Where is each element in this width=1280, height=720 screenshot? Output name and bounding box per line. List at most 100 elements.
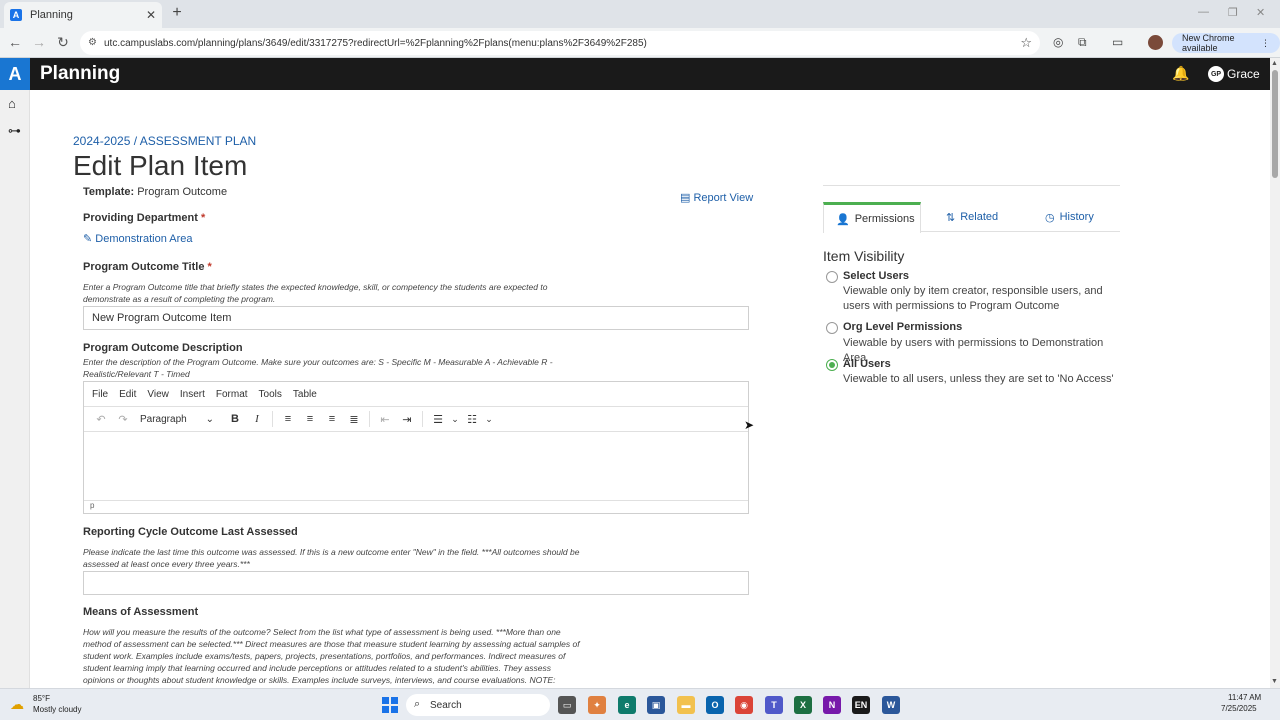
weather-cloud-icon[interactable]: ☁: [10, 696, 24, 713]
align-justify-icon[interactable]: ≣: [343, 413, 365, 426]
block-format-select[interactable]: Paragraph ⌄: [134, 414, 218, 425]
clock-icon: ◷: [1045, 211, 1055, 224]
italic-icon[interactable]: I: [246, 413, 268, 425]
browser-tabbar: A Planning ✕ + — ❐ ✕: [0, 0, 1280, 28]
edge-icon[interactable]: e: [618, 696, 636, 714]
radio-select-users[interactable]: [826, 271, 838, 283]
browser-tab[interactable]: A Planning ✕: [4, 2, 162, 28]
sidepanel-icon[interactable]: ▭: [1112, 35, 1123, 49]
user-name[interactable]: Grace: [1227, 67, 1260, 81]
option-select-users-title[interactable]: Select Users: [843, 270, 909, 282]
address-bar[interactable]: ⚙ utc.campuslabs.com/planning/plans/3649…: [80, 31, 1040, 55]
radio-org-level[interactable]: [826, 322, 838, 334]
clock-date[interactable]: 7/25/2025: [1221, 704, 1257, 713]
file-explorer-icon[interactable]: ▬: [677, 696, 695, 714]
excel-icon[interactable]: X: [794, 696, 812, 714]
word-icon[interactable]: W: [882, 696, 900, 714]
close-window-icon[interactable]: ✕: [1256, 6, 1265, 19]
windows-taskbar: ☁ 85°F Mostly cloudy ⌕ Search ▭ ✦ e ▣ ▬ …: [0, 688, 1280, 720]
edit-icon: ✎: [83, 233, 93, 245]
app-logo[interactable]: A: [0, 58, 30, 90]
clock-time[interactable]: 11:47 AM: [1228, 693, 1261, 702]
scroll-up-icon[interactable]: ▲: [1271, 60, 1278, 67]
onenote-icon[interactable]: N: [823, 696, 841, 714]
bullet-list-icon[interactable]: ☰: [427, 413, 449, 426]
report-view-link[interactable]: ▤ Report View: [680, 191, 753, 204]
reporting-cycle-input[interactable]: [83, 571, 749, 595]
lens-icon[interactable]: ◎: [1053, 35, 1063, 49]
outcome-title-input[interactable]: New Program Outcome Item: [83, 306, 749, 330]
numbered-list-chevron-icon[interactable]: ⌄: [483, 414, 495, 425]
undo-icon[interactable]: ↶: [90, 413, 112, 426]
align-center-icon[interactable]: ≡: [299, 413, 321, 425]
option-org-level-title[interactable]: Org Level Permissions: [843, 321, 962, 333]
page-scrollbar[interactable]: ▲ ▼: [1270, 58, 1280, 688]
chrome-update-button[interactable]: New Chrome available ⋮: [1172, 33, 1280, 53]
menu-dots-icon[interactable]: ⋮: [1261, 38, 1270, 49]
new-tab-icon[interactable]: +: [168, 4, 186, 22]
search-icon: ⌕: [414, 698, 421, 710]
align-left-icon[interactable]: ≡: [277, 413, 299, 425]
bold-icon[interactable]: B: [224, 413, 246, 425]
bullet-list-chevron-icon[interactable]: ⌄: [449, 414, 461, 425]
hierarchy-icon[interactable]: ⊶: [8, 123, 21, 139]
numbered-list-icon[interactable]: ☷: [461, 413, 483, 426]
taskbar-search[interactable]: ⌕ Search: [406, 694, 550, 716]
maximize-icon[interactable]: ❐: [1228, 6, 1238, 19]
tab-history-label: History: [1059, 211, 1094, 223]
dept-link[interactable]: ✎ Demonstration Area: [83, 232, 193, 245]
task-view-icon[interactable]: ▭: [558, 696, 576, 714]
redo-icon[interactable]: ↷: [112, 413, 134, 426]
tab-title: Planning: [30, 9, 73, 21]
copilot-icon[interactable]: ✦: [588, 696, 606, 714]
item-visibility-title: Item Visibility: [823, 248, 905, 264]
indent-icon[interactable]: ⇥: [396, 413, 418, 426]
app-favicon-icon: A: [10, 9, 22, 21]
breadcrumb[interactable]: 2024-2025 / ASSESSMENT PLAN: [73, 134, 256, 148]
radio-all-users[interactable]: [826, 359, 838, 371]
chrome-icon[interactable]: ◉: [735, 696, 753, 714]
forward-icon[interactable]: →: [30, 34, 48, 50]
reporting-cycle-label: Reporting Cycle Outcome Last Assessed: [83, 526, 298, 538]
menu-table[interactable]: Table: [293, 389, 317, 400]
extensions-icon[interactable]: ⧉: [1078, 35, 1087, 50]
bookmark-star-icon[interactable]: ☆: [1020, 35, 1032, 51]
weather-desc[interactable]: Mostly cloudy: [33, 705, 81, 714]
start-windows-icon[interactable]: [382, 697, 398, 713]
app-title[interactable]: Planning: [40, 63, 120, 85]
home-icon[interactable]: ⌂: [8, 96, 16, 111]
tab-history[interactable]: ◷ History: [1045, 202, 1094, 232]
minimize-icon[interactable]: —: [1198, 6, 1209, 18]
scroll-down-icon[interactable]: ▼: [1271, 678, 1278, 685]
menu-file[interactable]: File: [92, 389, 108, 400]
option-all-users-title[interactable]: All Users: [843, 358, 891, 370]
menu-edit[interactable]: Edit: [119, 389, 136, 400]
notifications-bell-icon[interactable]: 🔔: [1172, 65, 1189, 82]
reload-icon[interactable]: ↻: [54, 34, 72, 51]
align-right-icon[interactable]: ≡: [321, 413, 343, 425]
menu-tools[interactable]: Tools: [259, 389, 282, 400]
weather-temp[interactable]: 85°F: [33, 694, 50, 703]
store-icon[interactable]: ▣: [647, 696, 665, 714]
profile-avatar[interactable]: [1148, 35, 1163, 50]
outdent-icon[interactable]: ⇤: [374, 413, 396, 426]
menu-view[interactable]: View: [147, 389, 169, 400]
tab-permissions[interactable]: 👤 Permissions: [823, 202, 921, 233]
scroll-thumb[interactable]: [1272, 70, 1278, 178]
reporting-cycle-help: Please indicate the last time this outco…: [83, 547, 580, 569]
user-avatar[interactable]: GP: [1208, 66, 1224, 82]
browser-toolbar: ← → ↻ ⚙ utc.campuslabs.com/planning/plan…: [0, 28, 1280, 58]
chrome-update-label: New Chrome available: [1182, 33, 1235, 53]
teams-icon[interactable]: T: [765, 696, 783, 714]
rich-text-editor[interactable]: File Edit View Insert Format Tools Table…: [83, 381, 749, 514]
tab-related[interactable]: ⇅ Related: [946, 202, 998, 232]
back-icon[interactable]: ←: [6, 34, 24, 50]
menu-insert[interactable]: Insert: [180, 389, 205, 400]
outlook-icon[interactable]: O: [706, 696, 724, 714]
chevron-down-icon: ⌄: [205, 413, 214, 425]
site-info-icon[interactable]: ⚙: [88, 37, 97, 48]
editor-content-area[interactable]: [84, 432, 748, 500]
close-tab-icon[interactable]: ✕: [146, 8, 156, 22]
menu-format[interactable]: Format: [216, 389, 248, 400]
language-icon[interactable]: EN: [852, 696, 870, 714]
